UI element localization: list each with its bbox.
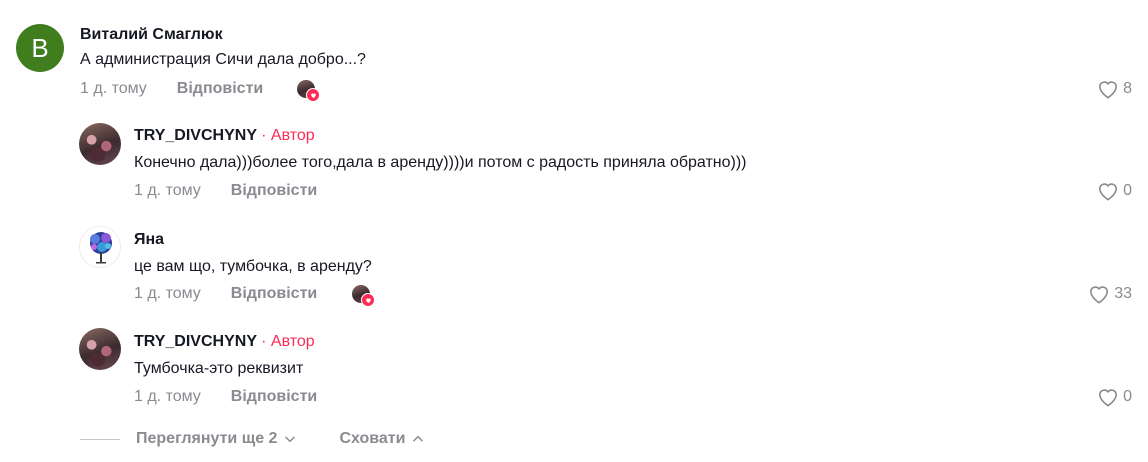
comment-meta: 1 д. тому Відповісти (134, 182, 317, 200)
author-name: TRY_DIVCHYNY (134, 333, 257, 350)
comment-meta: 1 д. тому Відповісти (134, 285, 317, 303)
comment-author[interactable]: TRY_DIVCHYNY · Автор (134, 333, 315, 351)
avatar[interactable] (79, 226, 121, 268)
author-badge: · Автор (261, 333, 315, 350)
heart-outline-icon (1099, 81, 1118, 99)
replies-footer: Переглянути ще 2 Сховати (80, 430, 425, 448)
comment-author[interactable]: Виталий Смаглюк (80, 26, 223, 44)
comment-time: 1 д. тому (80, 80, 147, 97)
divider (80, 438, 120, 440)
author-name: TRY_DIVCHYNY (134, 127, 257, 144)
heart-outline-icon (1099, 389, 1118, 407)
comment-meta: 1 д. тому Відповісти (134, 388, 317, 406)
chevron-up-icon (413, 435, 424, 442)
heart-outline-icon (1099, 183, 1118, 201)
like-button[interactable]: 0 (1097, 387, 1132, 407)
liked-by-creator-icon (297, 80, 320, 102)
hide-replies-button[interactable]: Сховати (339, 430, 425, 448)
view-more-replies-button[interactable]: Переглянути ще 2 (136, 430, 297, 448)
mini-heart-icon (306, 88, 320, 102)
hide-label: Сховати (339, 430, 406, 447)
reply-button[interactable]: Відповісти (177, 80, 263, 98)
like-button[interactable]: 8 (1097, 79, 1132, 99)
comment-author[interactable]: TRY_DIVCHYNY · Автор (134, 127, 315, 145)
author-badge: · Автор (261, 127, 315, 144)
avatar[interactable] (79, 328, 121, 370)
heart-outline-icon (1090, 286, 1109, 304)
comment-text: це вам що, тумбочка, в аренду? (134, 258, 372, 275)
reply-button[interactable]: Відповісти (231, 285, 317, 303)
mini-heart-icon (361, 293, 375, 307)
comment-meta: 1 д. тому Відповісти (80, 80, 263, 98)
like-count: 8 (1123, 80, 1132, 97)
avatar-photo (79, 328, 121, 370)
like-count: 0 (1123, 182, 1132, 199)
chevron-down-icon (285, 436, 296, 443)
comment-time: 1 д. тому (134, 388, 201, 405)
comment-time: 1 д. тому (134, 285, 201, 302)
comment-text: Конечно дала)))более того,дала в аренду)… (134, 154, 747, 171)
like-count: 0 (1123, 388, 1132, 405)
avatar-letter: В (16, 24, 64, 72)
comment-text: А администрация Сичи дала добро...? (80, 51, 366, 68)
reply-button[interactable]: Відповісти (231, 388, 317, 406)
avatar[interactable] (79, 123, 121, 165)
like-count: 33 (1114, 285, 1132, 302)
like-button[interactable]: 33 (1088, 284, 1132, 304)
comment-text: Тумбочка-это реквизит (134, 360, 304, 377)
comment-time: 1 д. тому (134, 182, 201, 199)
tree-avatar-icon (90, 232, 112, 264)
view-more-label: Переглянути ще 2 (136, 430, 278, 447)
liked-by-creator-icon (352, 285, 375, 307)
reply-button[interactable]: Відповісти (231, 182, 317, 200)
like-button[interactable]: 0 (1097, 181, 1132, 201)
avatar[interactable]: В (16, 24, 64, 72)
avatar-photo (79, 123, 121, 165)
comment-author[interactable]: Яна (134, 231, 164, 249)
